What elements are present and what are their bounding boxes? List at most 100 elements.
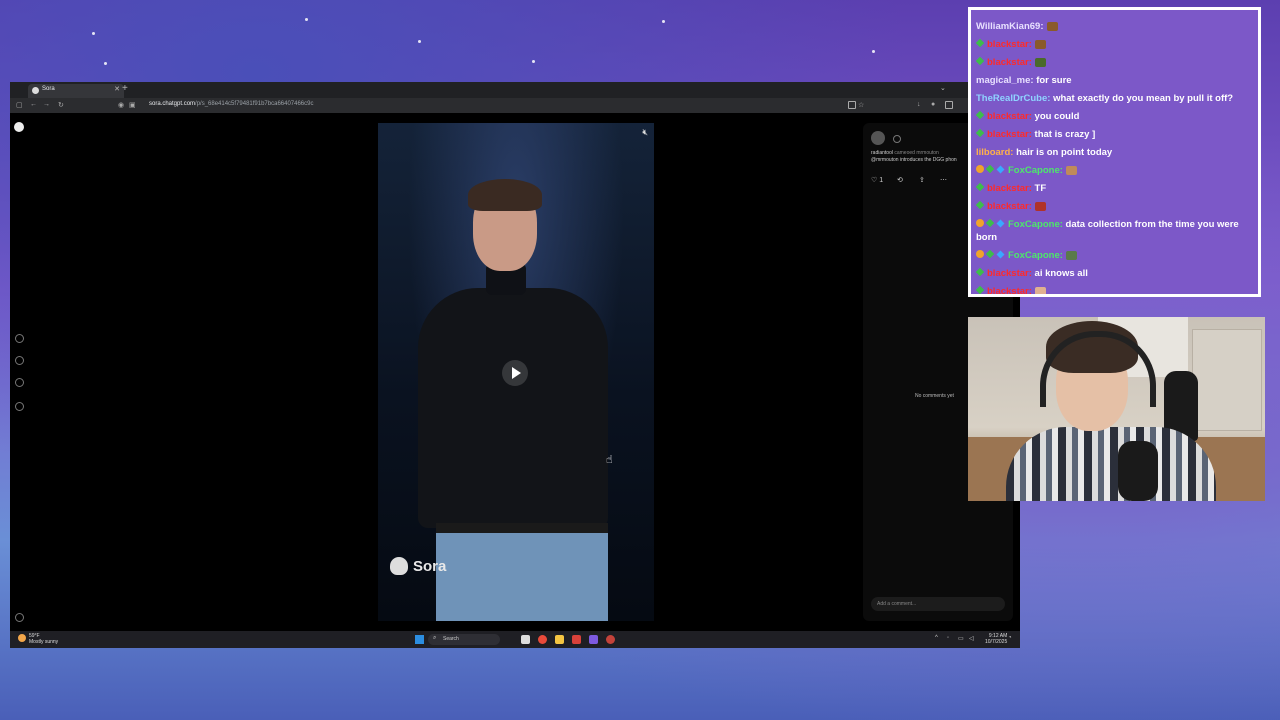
settings-icon[interactable] [15, 402, 24, 411]
sora-favicon-icon [32, 87, 39, 94]
sora-logo-icon[interactable] [14, 122, 24, 132]
subscriber-badge-icon [975, 182, 985, 192]
lock-icon: ▣ [129, 102, 136, 109]
chat-message-text: for sure [1036, 75, 1072, 86]
sidebar-toggle-icon[interactable]: ▢ [16, 101, 23, 109]
forward-icon[interactable]: → [43, 101, 50, 108]
sora-watermark: Sora [390, 557, 446, 575]
chat-username[interactable]: blackstar: [987, 39, 1032, 50]
chat-message: blackstar: TF [975, 182, 1256, 195]
file-explorer-icon[interactable] [555, 635, 564, 644]
reader-icon[interactable] [848, 101, 856, 109]
like-count: 1 [879, 177, 884, 184]
account-icon[interactable] [15, 613, 24, 622]
chat-message: blackstar: that is crazy ] [975, 128, 1256, 141]
video-player[interactable]: 🔇︎ Sora [378, 123, 654, 621]
obs-app-icon[interactable] [606, 635, 615, 644]
url-field[interactable]: sora.chatgpt.com/p/s_68e414c5f79481f91b7… [149, 101, 313, 107]
chat-username[interactable]: blackstar: [987, 268, 1032, 279]
chat-username[interactable]: blackstar: [987, 57, 1032, 68]
taskbar-search[interactable]: ⌕ Search [428, 634, 500, 645]
chat-username[interactable]: FoxCapone: [1008, 250, 1063, 261]
reload-icon[interactable]: ↻ [58, 101, 64, 109]
extensions-icon[interactable] [945, 101, 953, 109]
chat-message: blackstar: [975, 285, 1256, 294]
chat-username[interactable]: blackstar: [987, 201, 1032, 212]
chat-username[interactable]: FoxCapone: [1008, 219, 1063, 230]
sora-watermark-text: Sora [413, 557, 447, 575]
share-icon[interactable]: ⇪ [919, 176, 925, 184]
comment-input[interactable]: Add a comment... [871, 597, 1005, 611]
no-comments-text: No comments yet [915, 393, 954, 399]
tab-sora[interactable]: Sora ✕ [28, 84, 124, 98]
play-button[interactable] [502, 360, 528, 386]
shield-icon[interactable]: ◉ [118, 101, 124, 109]
profile-icon[interactable]: ● [931, 101, 935, 108]
video-person-torso [418, 288, 608, 528]
subscriber-badge-icon [975, 285, 985, 294]
background-star [872, 50, 875, 53]
notification-bell-icon[interactable]: ◔ [1008, 635, 1012, 641]
avatar[interactable] [871, 131, 885, 145]
home-icon[interactable] [15, 334, 24, 343]
post-username[interactable]: radiantool [871, 150, 893, 156]
stream-chat-overlay: WilliamKian69: blackstar: blackstar: magica… [968, 7, 1261, 297]
weather-widget[interactable]: 59°F Mostly sunny [29, 633, 58, 645]
background-star [662, 20, 665, 23]
taskbar-clock[interactable]: 9:12 AM 10/7/2025 [985, 633, 1007, 645]
new-tab-icon[interactable]: + [122, 83, 128, 94]
vip-badge-icon [976, 219, 984, 227]
video-person-belt [436, 523, 608, 533]
close-icon[interactable]: ✕ [114, 85, 120, 93]
chat-username[interactable]: blackstar: [987, 286, 1032, 294]
subscriber-badge-icon [975, 110, 985, 120]
post-caption: @mrmouton introduces the DGG phon [871, 157, 957, 163]
tray-overflow-icon[interactable]: ^ [935, 635, 938, 641]
background-star [92, 32, 95, 35]
back-icon[interactable]: ← [30, 101, 37, 108]
chat-username[interactable]: blackstar: [987, 111, 1032, 122]
chat-message-text: that is crazy ] [1034, 129, 1096, 140]
chat-username[interactable]: blackstar: [987, 129, 1032, 140]
app-icon[interactable] [572, 635, 581, 644]
remix-icon[interactable]: ⟲ [897, 176, 903, 184]
discord-app-icon[interactable] [589, 635, 598, 644]
bookmark-star-icon[interactable]: ☆ [858, 101, 864, 109]
chat-message: lilboard: hair is on point today [976, 146, 1256, 159]
chat-username[interactable]: lilboard: [976, 147, 1013, 158]
chat-username[interactable]: blackstar: [987, 183, 1032, 194]
chat-username[interactable]: FoxCapone: [1008, 165, 1063, 176]
search-icon[interactable] [15, 356, 24, 365]
chat-username[interactable]: WilliamKian69: [976, 21, 1044, 32]
follow-icon[interactable] [893, 135, 901, 143]
subscriber-badge-icon [985, 249, 995, 259]
sora-page: 🔇︎ Sora ☝︎ radiantool cameoed mrmouton @… [10, 113, 1020, 631]
chat-username[interactable]: TheRealDrCube: [976, 93, 1050, 104]
chat-emote-icon [1034, 39, 1046, 49]
chevron-down-icon[interactable]: ⌄ [940, 84, 946, 92]
volume-icon[interactable]: ◁ [969, 635, 974, 642]
mute-icon[interactable]: 🔇︎ [642, 127, 648, 138]
chat-message: FoxCapone: data collection from the time… [976, 218, 1256, 244]
more-options-icon[interactable]: ⋯ [940, 176, 947, 184]
browser-tab-bar: Sora ✕ + ⌄ [10, 82, 1020, 98]
weather-sun-icon[interactable] [18, 634, 26, 642]
chrome-app-icon[interactable] [538, 635, 547, 644]
subscriber-badge-icon [975, 200, 985, 210]
chat-message: TheRealDrCube: what exactly do you mean … [976, 92, 1256, 105]
windows-taskbar: 59°F Mostly sunny ⌕ Search ^ ◦ ▭ ◁ 9:12 … [10, 631, 1020, 648]
chat-emote-icon [1034, 286, 1046, 294]
gem-badge-icon [996, 250, 1005, 259]
video-person-jeans [436, 528, 608, 621]
network-icon[interactable]: ▭ [958, 635, 964, 642]
download-icon[interactable]: ↓ [917, 101, 921, 108]
post-author[interactable]: radiantool cameoed mrmouton [871, 150, 939, 156]
chat-username[interactable]: magical_me: [976, 75, 1034, 86]
chat-message: blackstar: [975, 38, 1256, 51]
microphone-icon[interactable]: ◦ [947, 635, 949, 641]
task-view-icon[interactable] [521, 635, 530, 644]
like-button[interactable]: ♡ 1 [871, 176, 883, 184]
notifications-icon[interactable] [15, 378, 24, 387]
weather-desc: Mostly sunny [29, 639, 59, 645]
windows-start-icon[interactable] [415, 635, 424, 644]
